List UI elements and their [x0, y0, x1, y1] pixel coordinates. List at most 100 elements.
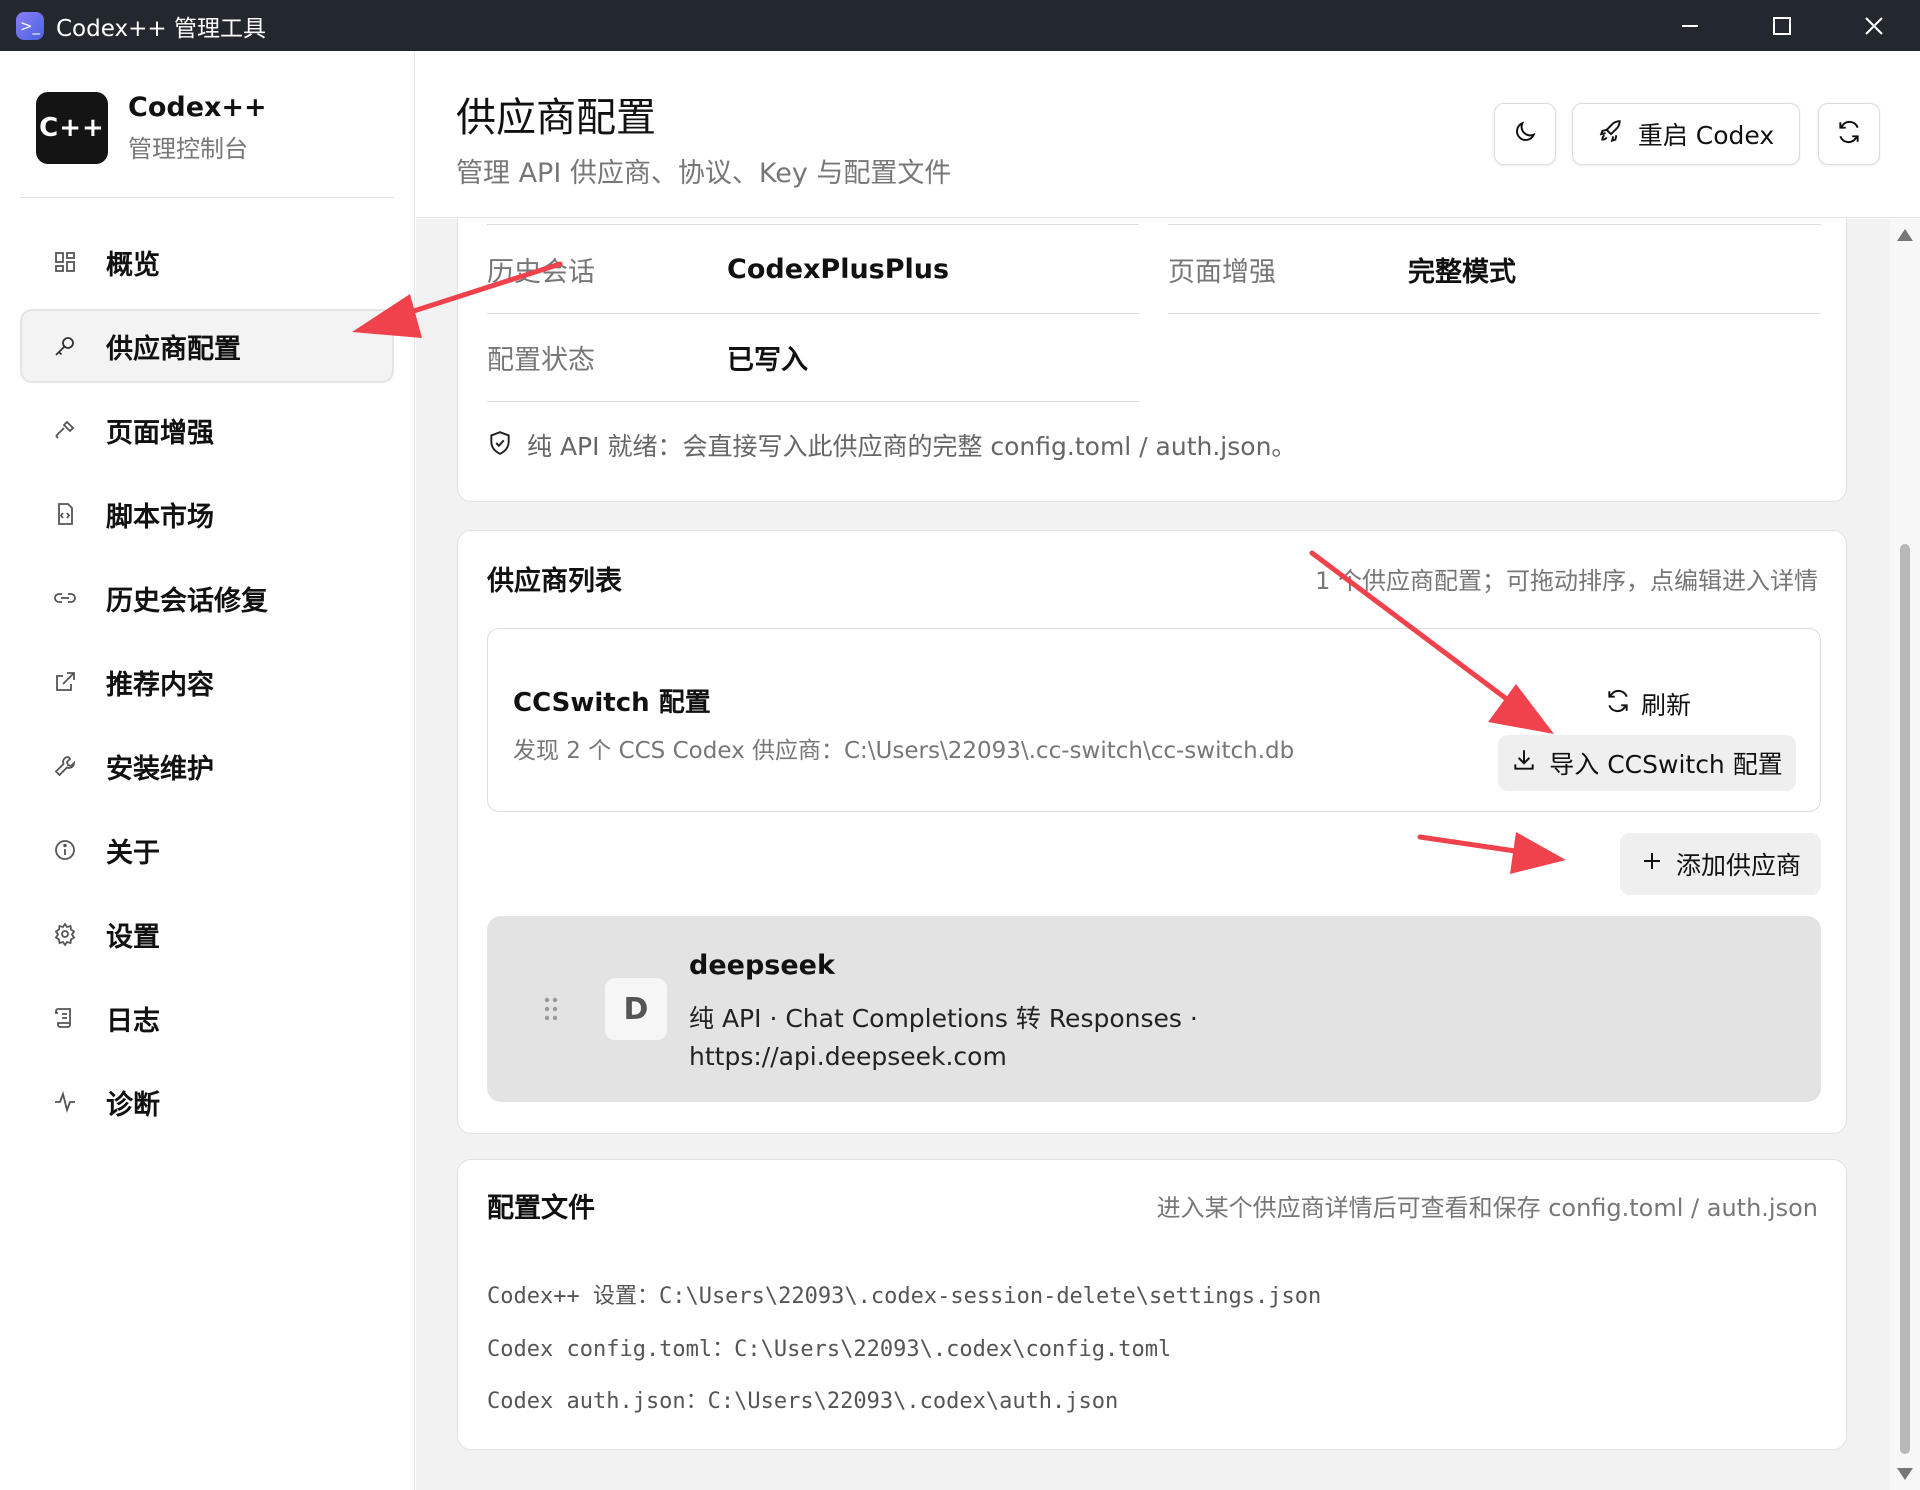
sidebar-item-about[interactable]: 关于	[20, 813, 394, 887]
sidebar-item-label: 推荐内容	[106, 669, 214, 701]
ready-note-text: 纯 API 就绪：会直接写入此供应商的完整 config.toml / auth…	[527, 432, 1297, 461]
rocket-icon	[1598, 119, 1624, 149]
ccswitch-panel: CCSwitch 配置 发现 2 个 CCS Codex 供应商：C:\User…	[487, 628, 1821, 812]
sidebar-nav: 概览 供应商配置 页面增强 脚本市场 历史会话修复 推荐内容 安装维护 关于 设…	[20, 225, 394, 1149]
page-subtitle: 管理 API 供应商、协议、Key 与配置文件	[456, 158, 952, 189]
hammer-icon	[50, 415, 80, 445]
kv-key: 页面增强	[1168, 257, 1276, 288]
key-icon	[50, 331, 80, 361]
scroll-thumb[interactable]	[1900, 544, 1910, 1454]
wrench-icon	[50, 751, 80, 781]
config-files-title: 配置文件	[487, 1193, 595, 1224]
close-button[interactable]	[1828, 0, 1920, 51]
info-icon	[50, 835, 80, 865]
kv-row-history: 历史会话 CodexPlusPlus	[487, 226, 1139, 314]
page-title: 供应商配置	[456, 95, 656, 141]
drag-handle-icon[interactable]	[543, 996, 559, 1028]
plus-icon	[1640, 849, 1664, 879]
script-file-icon	[50, 499, 80, 529]
link-icon	[50, 583, 80, 613]
window-title: Codex++ 管理工具	[56, 15, 266, 42]
main-header: 供应商配置 管理 API 供应商、协议、Key 与配置文件 重启 Codex	[416, 51, 1920, 218]
scroll-icon	[50, 1003, 80, 1033]
brand-subtitle: 管理控制台	[128, 135, 248, 163]
kv-row-config-status: 配置状态 已写入	[487, 314, 1139, 402]
provider-desc-line: 纯 API · Chat Completions 转 Responses ·	[689, 1004, 1198, 1033]
sidebar-item-label: 设置	[106, 921, 160, 953]
gear-icon	[50, 919, 80, 949]
sidebar-item-label: 关于	[106, 837, 160, 869]
sidebar-item-settings[interactable]: 设置	[20, 897, 394, 971]
status-card: 历史会话 CodexPlusPlus 页面增强 完整模式 配置状态 已写入 纯 …	[457, 219, 1847, 502]
sidebar-item-label: 脚本市场	[106, 501, 214, 533]
provider-row[interactable]: D deepseek 纯 API · Chat Completions 转 Re…	[487, 916, 1821, 1102]
sidebar-item-label: 历史会话修复	[106, 585, 268, 617]
brand-logo: C++	[36, 92, 108, 164]
activity-icon	[50, 1087, 80, 1117]
ccswitch-refresh-button[interactable]: 刷新	[1588, 681, 1708, 727]
title-bar: >_ Codex++ 管理工具	[0, 0, 1920, 51]
add-provider-label: 添加供应商	[1675, 851, 1801, 880]
theme-toggle-button[interactable]	[1494, 103, 1556, 165]
ccswitch-refresh-label: 刷新	[1640, 691, 1691, 720]
config-path-line: Codex++ 设置：C:\Users\22093\.codex-session…	[487, 1284, 1322, 1309]
sidebar-item-provider-config[interactable]: 供应商配置	[20, 309, 394, 383]
sidebar-item-label: 供应商配置	[106, 333, 241, 365]
ccswitch-title: CCSwitch 配置	[513, 688, 711, 718]
scroll-down-arrow-icon[interactable]	[1897, 1468, 1913, 1480]
add-provider-button[interactable]: 添加供应商	[1620, 833, 1821, 895]
download-icon	[1511, 747, 1537, 779]
app-icon: >_	[16, 11, 44, 40]
sidebar-item-label: 安装维护	[106, 753, 214, 785]
shield-check-icon	[487, 430, 513, 460]
ccswitch-desc: 发现 2 个 CCS Codex 供应商：C:\Users\22093\.cc-…	[513, 738, 1295, 764]
sidebar-item-recommended[interactable]: 推荐内容	[20, 645, 394, 719]
config-path-line: Codex auth.json：C:\Users\22093\.codex\au…	[487, 1389, 1119, 1414]
restart-codex-button[interactable]: 重启 Codex	[1572, 103, 1800, 165]
import-ccswitch-label: 导入 CCSwitch 配置	[1549, 750, 1783, 779]
brand-name: Codex++	[128, 92, 267, 123]
kv-key: 历史会话	[487, 257, 595, 288]
provider-list-title: 供应商列表	[487, 566, 622, 597]
sidebar-item-logs[interactable]: 日志	[20, 981, 394, 1055]
provider-desc: 纯 API · Chat Completions 转 Responses · h…	[689, 1000, 1198, 1076]
moon-icon	[1512, 119, 1538, 149]
provider-avatar: D	[605, 978, 667, 1040]
sidebar-item-label: 诊断	[106, 1089, 160, 1121]
refresh-icon	[1605, 688, 1631, 720]
maximize-button[interactable]	[1736, 0, 1828, 51]
kv-row-page-enhance: 页面增强 完整模式	[1168, 226, 1821, 314]
brand: C++ Codex++ 管理控制台	[36, 92, 267, 164]
scroll-up-arrow-icon[interactable]	[1897, 229, 1913, 241]
sidebar-item-label: 概览	[106, 249, 160, 281]
sidebar-item-page-enhance[interactable]: 页面增强	[20, 393, 394, 467]
kv-value: CodexPlusPlus	[727, 254, 950, 285]
window-controls	[1644, 0, 1920, 51]
import-ccswitch-button[interactable]: 导入 CCSwitch 配置	[1498, 735, 1796, 791]
refresh-button[interactable]	[1818, 103, 1880, 165]
sidebar-item-label: 页面增强	[106, 417, 214, 449]
grid-icon	[50, 247, 80, 277]
provider-list-note: 1 个供应商配置；可拖动排序，点编辑进入详情	[1315, 567, 1818, 595]
minimize-button[interactable]	[1644, 0, 1736, 51]
sidebar-item-install-maintenance[interactable]: 安装维护	[20, 729, 394, 803]
vertical-scrollbar[interactable]	[1890, 219, 1920, 1490]
ready-note: 纯 API 就绪：会直接写入此供应商的完整 config.toml / auth…	[487, 427, 1296, 463]
external-link-icon	[50, 667, 80, 697]
sidebar-item-overview[interactable]: 概览	[20, 225, 394, 299]
sidebar-item-label: 日志	[106, 1005, 160, 1037]
sidebar: C++ Codex++ 管理控制台 概览 供应商配置 页面增强 脚本市场 历史会…	[0, 51, 415, 1490]
provider-list-card: 供应商列表 1 个供应商配置；可拖动排序，点编辑进入详情 CCSwitch 配置…	[457, 530, 1847, 1134]
sidebar-item-history-repair[interactable]: 历史会话修复	[20, 561, 394, 635]
main-content: 历史会话 CodexPlusPlus 页面增强 完整模式 配置状态 已写入 纯 …	[416, 219, 1890, 1490]
sidebar-item-diagnostics[interactable]: 诊断	[20, 1065, 394, 1139]
provider-url: https://api.deepseek.com	[689, 1042, 1007, 1071]
provider-name: deepseek	[689, 950, 835, 981]
kv-value: 完整模式	[1408, 257, 1516, 288]
config-files-card: 配置文件 进入某个供应商详情后可查看和保存 config.toml / auth…	[457, 1159, 1847, 1450]
kv-value: 已写入	[727, 345, 808, 376]
sidebar-item-script-market[interactable]: 脚本市场	[20, 477, 394, 551]
config-files-note: 进入某个供应商详情后可查看和保存 config.toml / auth.json	[1156, 1194, 1818, 1222]
kv-key: 配置状态	[487, 345, 595, 376]
config-path-line: Codex config.toml：C:\Users\22093\.codex\…	[487, 1337, 1172, 1362]
